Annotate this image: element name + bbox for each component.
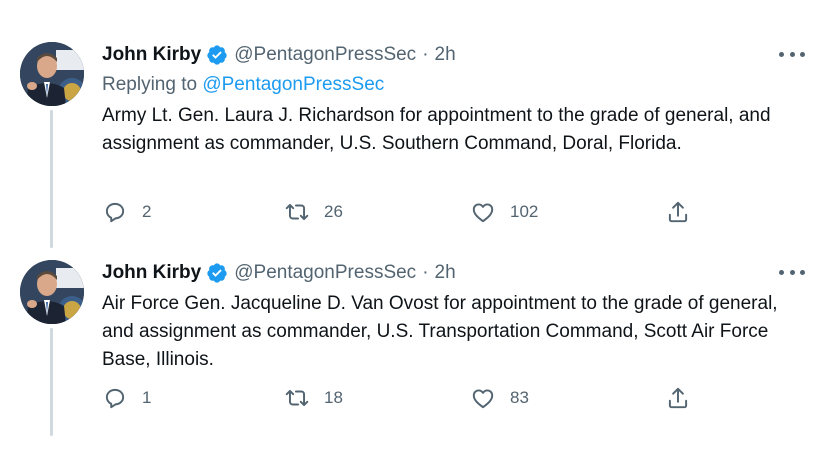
share-button[interactable]: [665, 384, 691, 412]
reply-button[interactable]: 1: [102, 384, 151, 412]
replying-handle-link[interactable]: @PentagonPressSec: [202, 74, 384, 95]
retweet-count: 18: [324, 388, 343, 407]
replying-prefix: Replying to: [102, 74, 198, 95]
retweet-arrows-icon: [285, 389, 309, 407]
share-upload-icon: [668, 387, 688, 409]
reply-count: 2: [142, 202, 152, 221]
reply-bubble-icon: [105, 202, 125, 223]
share-upload-icon: [668, 201, 688, 223]
separator-dot: ·: [422, 44, 429, 65]
share-button[interactable]: [665, 198, 691, 226]
author-name[interactable]: John Kirby: [102, 44, 201, 66]
retweet-count: 26: [324, 202, 343, 221]
author-handle[interactable]: @PentagonPressSec: [234, 44, 416, 66]
tweet-text: Air Force Gen. Jacqueline D. Van Ovost f…: [102, 293, 778, 370]
tweet[interactable]: John Kirby @PentagonPressSec · 2h Air Fo…: [0, 254, 827, 454]
avatar[interactable]: [20, 42, 84, 106]
more-dots-icon[interactable]: [779, 44, 805, 64]
like-button[interactable]: 102: [470, 198, 538, 226]
tweet-header: John Kirby @PentagonPressSec · 2h: [102, 260, 456, 286]
like-count: 83: [510, 388, 529, 407]
avatar[interactable]: [20, 260, 84, 324]
verified-badge-icon: [206, 262, 228, 284]
like-button[interactable]: 83: [470, 384, 529, 412]
heart-icon: [472, 203, 494, 223]
verified-badge-icon: [206, 44, 228, 66]
tweet-text: Army Lt. Gen. Laura J. Richardson for ap…: [102, 105, 771, 154]
reply-bubble-icon: [105, 388, 125, 409]
author-handle[interactable]: @PentagonPressSec: [234, 262, 416, 284]
heart-icon: [472, 389, 494, 409]
retweet-button[interactable]: 18: [284, 384, 343, 412]
tweet-thread: John Kirby @PentagonPressSec · 2h Replyi…: [0, 0, 827, 465]
like-count: 102: [510, 202, 539, 221]
author-name[interactable]: John Kirby: [102, 262, 201, 284]
replying-to: Replying to @PentagonPressSec: [102, 74, 384, 96]
timestamp[interactable]: 2h: [435, 262, 456, 284]
separator-dot: ·: [422, 262, 429, 283]
tweet-header: John Kirby @PentagonPressSec · 2h: [102, 42, 456, 68]
retweet-arrows-icon: [285, 203, 309, 221]
tweet[interactable]: John Kirby @PentagonPressSec · 2h Replyi…: [0, 36, 827, 242]
timestamp[interactable]: 2h: [435, 44, 456, 66]
tweet-actions: 1 18 83: [102, 384, 702, 412]
retweet-button[interactable]: 26: [284, 198, 343, 226]
tweet-actions: 2 26 102: [102, 198, 702, 226]
reply-count: 1: [142, 388, 152, 407]
reply-button[interactable]: 2: [102, 198, 151, 226]
more-dots-icon[interactable]: [779, 262, 805, 282]
